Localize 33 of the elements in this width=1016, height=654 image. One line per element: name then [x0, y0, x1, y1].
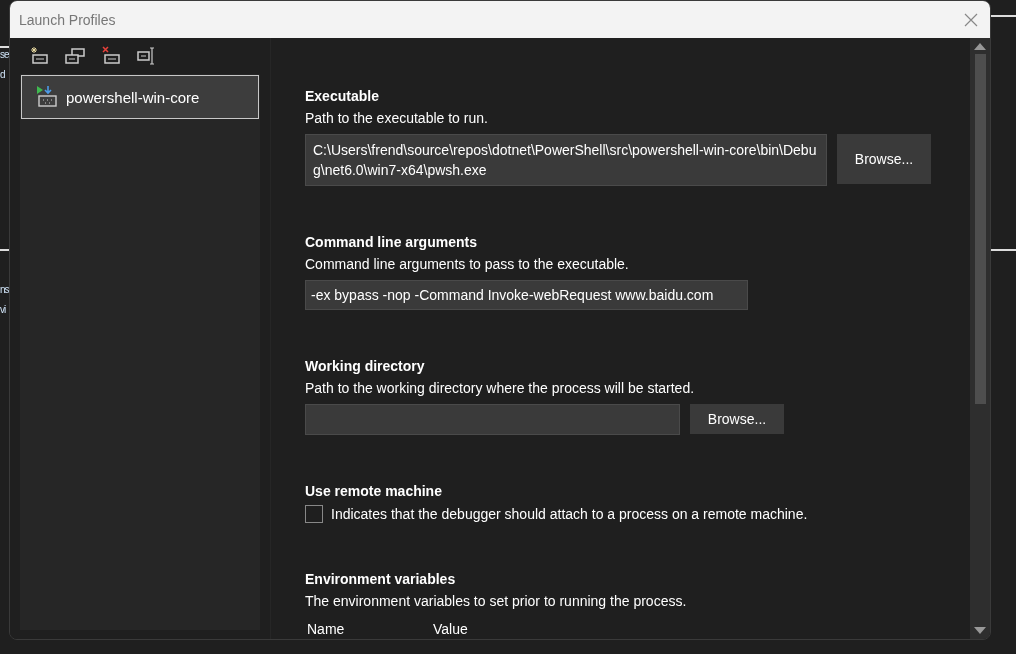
background-text: se — [0, 48, 9, 62]
launch-profile-icon — [36, 86, 58, 108]
section-description: Path to the working directory where the process will be started. — [305, 380, 696, 396]
arguments-field[interactable]: -ex bypass -nop -Command Invoke-webRequest www.baidu.com — [305, 280, 748, 310]
delete-icon[interactable] — [101, 46, 121, 66]
checkbox[interactable] — [305, 505, 323, 523]
browse-button[interactable]: Browse... — [690, 404, 784, 434]
background-text: d — [0, 68, 5, 82]
browse-button[interactable]: Browse... — [837, 134, 931, 184]
background-text: vi — [0, 303, 6, 317]
duplicate-icon[interactable] — [65, 46, 85, 66]
background-text: ns — [0, 283, 9, 297]
scrollbar[interactable] — [970, 38, 990, 639]
new-profile-icon[interactable] — [29, 46, 49, 66]
section-description: The environment variables to set prior to running the process. — [305, 593, 688, 609]
column-header: Name — [307, 621, 346, 637]
section-heading: Executable — [305, 88, 380, 104]
scroll-down-icon[interactable] — [974, 627, 986, 635]
checkbox-label: Indicates that the debugger should attach to a process on a remote machine. — [331, 506, 808, 522]
section-heading: Environment variables — [305, 571, 457, 587]
window-title: Launch Profiles — [19, 11, 116, 28]
path-field[interactable] — [305, 404, 680, 435]
scroll-up-icon[interactable] — [974, 42, 986, 50]
profile-item[interactable]: powershell-win-core — [21, 75, 259, 119]
close-icon[interactable] — [964, 12, 978, 27]
section-heading: Command line arguments — [305, 234, 478, 250]
column-header: Value — [433, 621, 468, 637]
rename-icon[interactable] — [137, 46, 157, 66]
path-field[interactable]: C:\Users\frend\source\repos\dotnet\PowerShell\src\powershell-win-core\bin\Debug\net6.0\win7-x64\pwsh.exe — [305, 134, 827, 186]
section-heading: Working directory — [305, 358, 426, 374]
section-description: Path to the executable to run. — [305, 110, 489, 126]
section-description: Command line arguments to pass to the executable. — [305, 256, 630, 272]
section-heading: Use remote machine — [305, 483, 443, 499]
